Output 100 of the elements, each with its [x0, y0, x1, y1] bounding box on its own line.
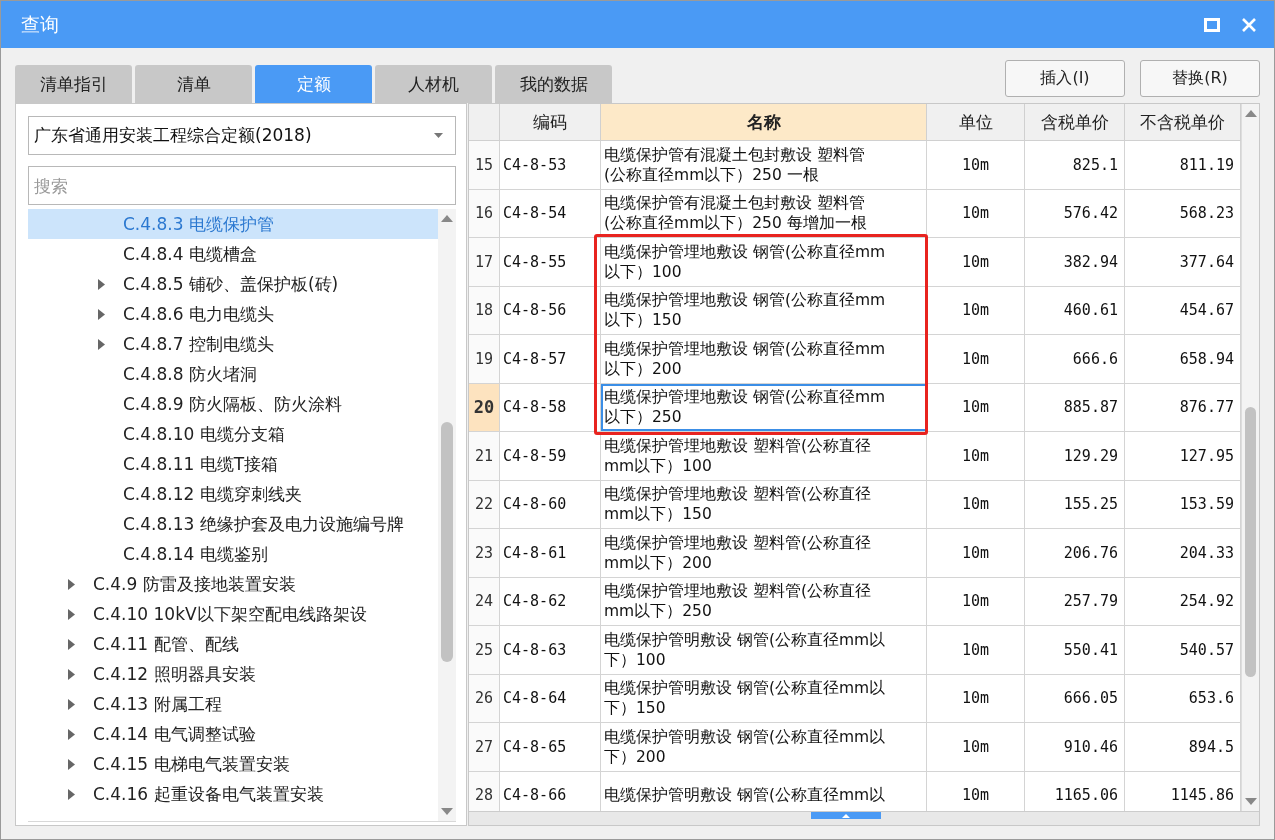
tree-item[interactable]: C.4.8.11 电缆T接箱	[123, 452, 279, 476]
expand-arrow-icon[interactable]	[68, 608, 75, 620]
table-cell: 825.1	[1025, 141, 1125, 189]
table-cell: 电缆保护管埋地敷设 塑料管(公称直径 mm以下）250	[601, 577, 927, 625]
table-cell: 382.94	[1025, 238, 1125, 286]
table-cell: C4-8-62	[500, 577, 601, 625]
tree-item[interactable]: C.4.8.10 电缆分支箱	[123, 422, 285, 446]
table-cell: 电缆保护管有混凝土包封敷设 塑料管 (公称直径mm以下）250 一根	[601, 141, 927, 189]
row-number: 21	[469, 432, 500, 480]
tree-item[interactable]: C.4.8.13 绝缘护套及电力设施编号牌	[123, 512, 404, 536]
table-cell: 550.41	[1025, 626, 1125, 674]
column-header[interactable]: 单位	[927, 104, 1025, 140]
table-cell: C4-8-64	[500, 674, 601, 722]
action-button[interactable]: 替换(R)	[1140, 60, 1260, 97]
table-cell: 10m	[927, 626, 1025, 674]
table-cell: 电缆保护管埋地敷设 钢管(公称直径mm 以下）150	[601, 286, 927, 334]
tab[interactable]: 清单	[135, 65, 252, 103]
expand-arrow-icon[interactable]	[68, 698, 75, 710]
table-cell: 666.6	[1025, 335, 1125, 383]
expand-arrow-icon[interactable]	[68, 788, 75, 800]
tree-item[interactable]: C.4.11 配管、配线	[93, 632, 239, 656]
tree-item[interactable]: C.4.8.12 电缆穿刺线夹	[123, 482, 302, 506]
row-number: 28	[469, 771, 500, 811]
table-cell: C4-8-63	[500, 626, 601, 674]
splitter-handle-icon[interactable]	[811, 812, 881, 819]
tree-item[interactable]: C.4.12 照明器具安装	[93, 662, 256, 686]
expand-arrow-icon[interactable]	[98, 278, 105, 290]
expand-arrow-icon[interactable]	[98, 338, 105, 350]
table-cell: 10m	[927, 577, 1025, 625]
table-cell: 460.61	[1025, 286, 1125, 334]
tree-item[interactable]: C.4.8.4 电缆槽盒	[123, 242, 257, 266]
tree-item[interactable]: C.4.9 防雷及接地装置安装	[93, 572, 296, 596]
action-button[interactable]: 插入(I)	[1005, 60, 1125, 97]
row-number: 26	[469, 674, 500, 722]
table-cell: 电缆保护管明敷设 钢管(公称直径mm以下）200	[601, 723, 927, 771]
table-cell: C4-8-61	[500, 529, 601, 577]
table-cell: 10m	[927, 141, 1025, 189]
close-icon[interactable]	[1242, 17, 1256, 32]
tree-item[interactable]: C.4.10 10kV以下架空配电线路架设	[93, 602, 367, 626]
tree-item[interactable]: C.4.8.14 电缆鉴别	[123, 542, 268, 566]
tree-item[interactable]: C.4.14 电气调整试验	[93, 722, 256, 746]
table-cell: 10m	[927, 286, 1025, 334]
table-cell: 电缆保护管明敷设 钢管(公称直径mm以下）100	[601, 626, 927, 674]
row-number: 17	[469, 238, 500, 286]
expand-arrow-icon[interactable]	[68, 578, 75, 590]
scroll-up-icon[interactable]	[441, 215, 453, 222]
column-header[interactable]: 含税单价	[1025, 104, 1125, 140]
table-cell: C4-8-55	[500, 238, 601, 286]
row-number: 15	[469, 141, 500, 189]
table-cell: 155.25	[1025, 480, 1125, 528]
table-cell: 电缆保护管埋地敷设 钢管(公称直径mm 以下）200	[601, 335, 927, 383]
library-dropdown[interactable]: 广东省通用安装工程综合定额(2018)	[28, 116, 456, 155]
expand-arrow-icon[interactable]	[68, 758, 75, 770]
tree-item[interactable]: C.4.8.8 防火堵洞	[123, 362, 257, 386]
table-cell: 910.46	[1025, 723, 1125, 771]
expand-arrow-icon[interactable]	[68, 668, 75, 680]
scrollbar[interactable]	[438, 209, 456, 821]
tree-item[interactable]: C.4.8.7 控制电缆头	[123, 332, 274, 356]
caret-icon	[434, 133, 443, 138]
row-number: 19	[469, 335, 500, 383]
expand-arrow-icon[interactable]	[68, 638, 75, 650]
scrollbar[interactable]	[1241, 104, 1259, 811]
table-cell: 电缆保护管埋地敷设 塑料管(公称直径 mm以下）150	[601, 480, 927, 528]
scroll-up-icon[interactable]	[1244, 110, 1257, 117]
table-cell: 576.42	[1025, 189, 1125, 237]
table-cell: C4-8-54	[500, 189, 601, 237]
table-cell: 885.87	[1025, 383, 1125, 431]
table-cell: C4-8-60	[500, 480, 601, 528]
tree-item[interactable]: C.4.15 电梯电气装置安装	[93, 752, 290, 776]
tree-item[interactable]: C.4.16 起重设备电气装置安装	[93, 782, 324, 806]
scroll-down-icon[interactable]	[1244, 798, 1257, 805]
scroll-thumb[interactable]	[1245, 407, 1256, 677]
tab[interactable]: 清单指引	[15, 65, 132, 103]
tree-item[interactable]: C.4.13 附属工程	[93, 692, 222, 716]
table-cell: 129.29	[1025, 432, 1125, 480]
table-cell: C4-8-58	[500, 383, 601, 431]
table-cell: 10m	[927, 529, 1025, 577]
search-field[interactable]: 搜索	[28, 166, 456, 205]
scroll-thumb[interactable]	[441, 422, 453, 662]
row-number: 22	[469, 480, 500, 528]
scroll-down-icon[interactable]	[441, 808, 453, 815]
table-cell: 10m	[927, 674, 1025, 722]
tree-item[interactable]: C.4.8.3 电缆保护管	[28, 209, 438, 239]
tree-item[interactable]: C.4.8.6 电力电缆头	[123, 302, 274, 326]
tab[interactable]: 人材机	[375, 65, 492, 103]
tab[interactable]: 我的数据	[495, 65, 612, 103]
table-cell: 电缆保护管埋地敷设 钢管(公称直径mm 以下）100	[601, 238, 927, 286]
expand-arrow-icon[interactable]	[68, 728, 75, 740]
table-cell: 666.05	[1025, 674, 1125, 722]
maximize-icon[interactable]	[1204, 17, 1220, 32]
table-cell: 10m	[927, 432, 1025, 480]
expand-arrow-icon[interactable]	[98, 308, 105, 320]
row-number: 27	[469, 723, 500, 771]
table-cell: 10m	[927, 480, 1025, 528]
table-cell: 10m	[927, 189, 1025, 237]
table-cell: 电缆保护管埋地敷设 塑料管(公称直径 mm以下）200	[601, 529, 927, 577]
row-number: 23	[469, 529, 500, 577]
tree-item[interactable]: C.4.8.9 防火隔板、防火涂料	[123, 392, 342, 416]
column-header[interactable]: 名称	[601, 104, 927, 140]
tree-item[interactable]: C.4.8.5 铺砂、盖保护板(砖)	[123, 272, 339, 296]
